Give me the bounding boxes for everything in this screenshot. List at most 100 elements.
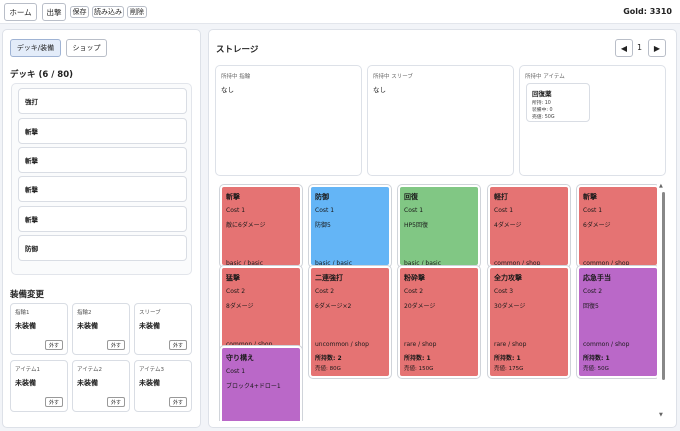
owned-sleeves-label: 所持中 スリーブ — [373, 74, 413, 80]
card-desc: 20ダメージ — [404, 303, 436, 310]
tab-deck-equip[interactable]: デッキ/装備 — [10, 39, 61, 57]
card-light-strike[interactable]: 軽打 Cost 1 4ダメージ common / shop — [488, 185, 570, 267]
card-owned: 所持数: 1 — [404, 355, 431, 362]
home-button[interactable]: ホーム — [4, 3, 37, 21]
scroll-up-icon[interactable]: ▲ — [659, 183, 663, 189]
card-sell-price: 売値: 150G — [404, 366, 434, 372]
slot-label: スリーブ — [139, 310, 161, 316]
next-page-button[interactable]: ▶ — [648, 39, 666, 57]
item-name: 回復薬 — [532, 90, 552, 98]
equip-slot-item3: アイテム3 未装備 外す — [134, 360, 192, 412]
card-desc: 防御5 — [315, 222, 331, 229]
item-equipped: 装備中: 0 — [532, 108, 553, 113]
owned-items-label: 所持中 アイテム — [525, 74, 565, 80]
unequip-button[interactable]: 外す — [169, 340, 187, 350]
list-item[interactable]: 斬撃 — [18, 147, 187, 173]
deck-title: デッキ (6 / 80) — [10, 70, 73, 80]
card-desc: 6ダメージ×2 — [315, 303, 352, 310]
triangle-left-icon: ◀ — [620, 43, 628, 53]
card-desc: ブロック4+ドロー1 — [226, 383, 281, 390]
card-sell-price: 売値: 80G — [315, 366, 341, 372]
list-item[interactable]: 防御 — [18, 235, 187, 261]
card-name: 斬撃 — [226, 193, 240, 201]
card-name: 回復 — [404, 193, 418, 201]
card-guard[interactable]: 防御 Cost 1 防御5 basic / basic — [309, 185, 391, 267]
unequip-button[interactable]: 外す — [45, 340, 63, 350]
owned-rings-box: 所持中 指輪 なし — [215, 65, 362, 176]
card-slash[interactable]: 斬撃 Cost 1 敵に6ダメージ basic / basic — [220, 185, 302, 267]
card-cost: Cost 1 — [583, 207, 603, 214]
slot-label: アイテム1 — [15, 367, 40, 373]
slot-value: 未装備 — [77, 379, 98, 387]
card-slash-shop[interactable]: 斬撃 Cost 1 6ダメージ common / shop — [577, 185, 657, 267]
card-rarity: uncommon / shop — [315, 341, 369, 348]
owned-sleeves-box: 所持中 スリーブ なし — [367, 65, 514, 176]
card-desc: HP5回復 — [404, 222, 428, 229]
unequip-button[interactable]: 外す — [45, 397, 63, 407]
owned-sleeves-value: なし — [373, 86, 386, 94]
card-rarity: rare / shop — [404, 341, 437, 348]
card-name: 応急手当 — [583, 274, 611, 282]
slot-value: 未装備 — [139, 379, 160, 387]
unequip-button[interactable]: 外す — [107, 397, 125, 407]
owned-items-box: 所持中 アイテム 回復薬 所持: 10 装備中: 0 売値: 50G — [519, 65, 666, 176]
card-name: 守り構え — [226, 354, 254, 362]
card-heal[interactable]: 回復 Cost 1 HP5回復 basic / basic — [398, 185, 480, 267]
list-item[interactable]: 強打 — [18, 88, 187, 114]
unequip-button[interactable]: 外す — [107, 340, 125, 350]
owned-rings-label: 所持中 指輪 — [221, 74, 251, 80]
sortie-button[interactable]: 出撃 — [42, 3, 66, 21]
slot-value: 未装備 — [15, 379, 36, 387]
card-first-aid[interactable]: 応急手当 Cost 2 回復5 common / shop 所持数: 1 売値:… — [577, 266, 657, 378]
card-name: 二連強打 — [315, 274, 343, 282]
card-name: 粉砕撃 — [404, 274, 425, 282]
item-card[interactable]: 回復薬 所持: 10 装備中: 0 売値: 50G — [526, 83, 590, 122]
delete-button[interactable]: 削除 — [127, 6, 147, 18]
card-cost: Cost 3 — [494, 288, 514, 295]
list-item[interactable]: 斬撃 — [18, 118, 187, 144]
card-crush[interactable]: 粉砕撃 Cost 2 20ダメージ rare / shop 所持数: 1 売値:… — [398, 266, 480, 378]
scrollbar-thumb[interactable] — [662, 192, 665, 380]
card-defensive-stance[interactable]: 守り構え Cost 1 ブロック4+ドロー1 — [220, 346, 302, 421]
card-name: 防御 — [315, 193, 329, 201]
slot-value: 未装備 — [15, 322, 36, 330]
card-double-strike[interactable]: 二連強打 Cost 2 6ダメージ×2 uncommon / shop 所持数:… — [309, 266, 391, 378]
card-name: 斬撃 — [583, 193, 597, 201]
save-button[interactable]: 保存 — [70, 6, 89, 18]
card-desc: 敵に6ダメージ — [226, 222, 266, 229]
card-cost: Cost 1 — [404, 207, 424, 214]
equip-title: 装備変更 — [10, 290, 45, 300]
list-item[interactable]: 斬撃 — [18, 176, 187, 202]
scroll-down-icon[interactable]: ▼ — [659, 412, 663, 418]
card-sell-price: 売値: 50G — [583, 366, 609, 372]
equip-slot-item2: アイテム2 未装備 外す — [72, 360, 130, 412]
slot-label: アイテム3 — [139, 367, 164, 373]
slot-value: 未装備 — [139, 322, 160, 330]
tab-shop[interactable]: ショップ — [66, 39, 107, 57]
unequip-button[interactable]: 外す — [169, 397, 187, 407]
card-desc: 30ダメージ — [494, 303, 526, 310]
card-grid: 斬撃 Cost 1 敵に6ダメージ basic / basic 防御 Cost … — [215, 181, 657, 421]
card-rarity: rare / shop — [494, 341, 527, 348]
storage-title: ストレージ — [216, 45, 259, 55]
owned-rings-value: なし — [221, 86, 234, 94]
card-owned: 所持数: 1 — [494, 355, 521, 362]
card-full-attack[interactable]: 全力攻撃 Cost 3 30ダメージ rare / shop 所持数: 1 売値… — [488, 266, 570, 378]
card-cost: Cost 2 — [226, 288, 246, 295]
card-name: 軽打 — [494, 193, 508, 201]
card-desc: 8ダメージ — [226, 303, 254, 310]
slot-label: アイテム2 — [77, 367, 102, 373]
card-cost: Cost 2 — [404, 288, 424, 295]
load-button[interactable]: 読み込み — [92, 6, 124, 18]
card-owned: 所持数: 2 — [315, 355, 342, 362]
card-desc: 6ダメージ — [583, 222, 611, 229]
list-item[interactable]: 斬撃 — [18, 206, 187, 232]
card-sell-price: 売値: 175G — [494, 366, 524, 372]
item-owned: 所持: 10 — [532, 101, 551, 106]
card-owned: 所持数: 1 — [583, 355, 610, 362]
slot-label: 指輪2 — [77, 310, 92, 316]
top-bar: ホーム 出撃 保存 読み込み 削除 Gold: 3310 — [0, 0, 680, 24]
card-desc: 回復5 — [583, 303, 599, 310]
prev-page-button[interactable]: ◀ — [615, 39, 633, 57]
card-cost: Cost 1 — [226, 207, 246, 214]
